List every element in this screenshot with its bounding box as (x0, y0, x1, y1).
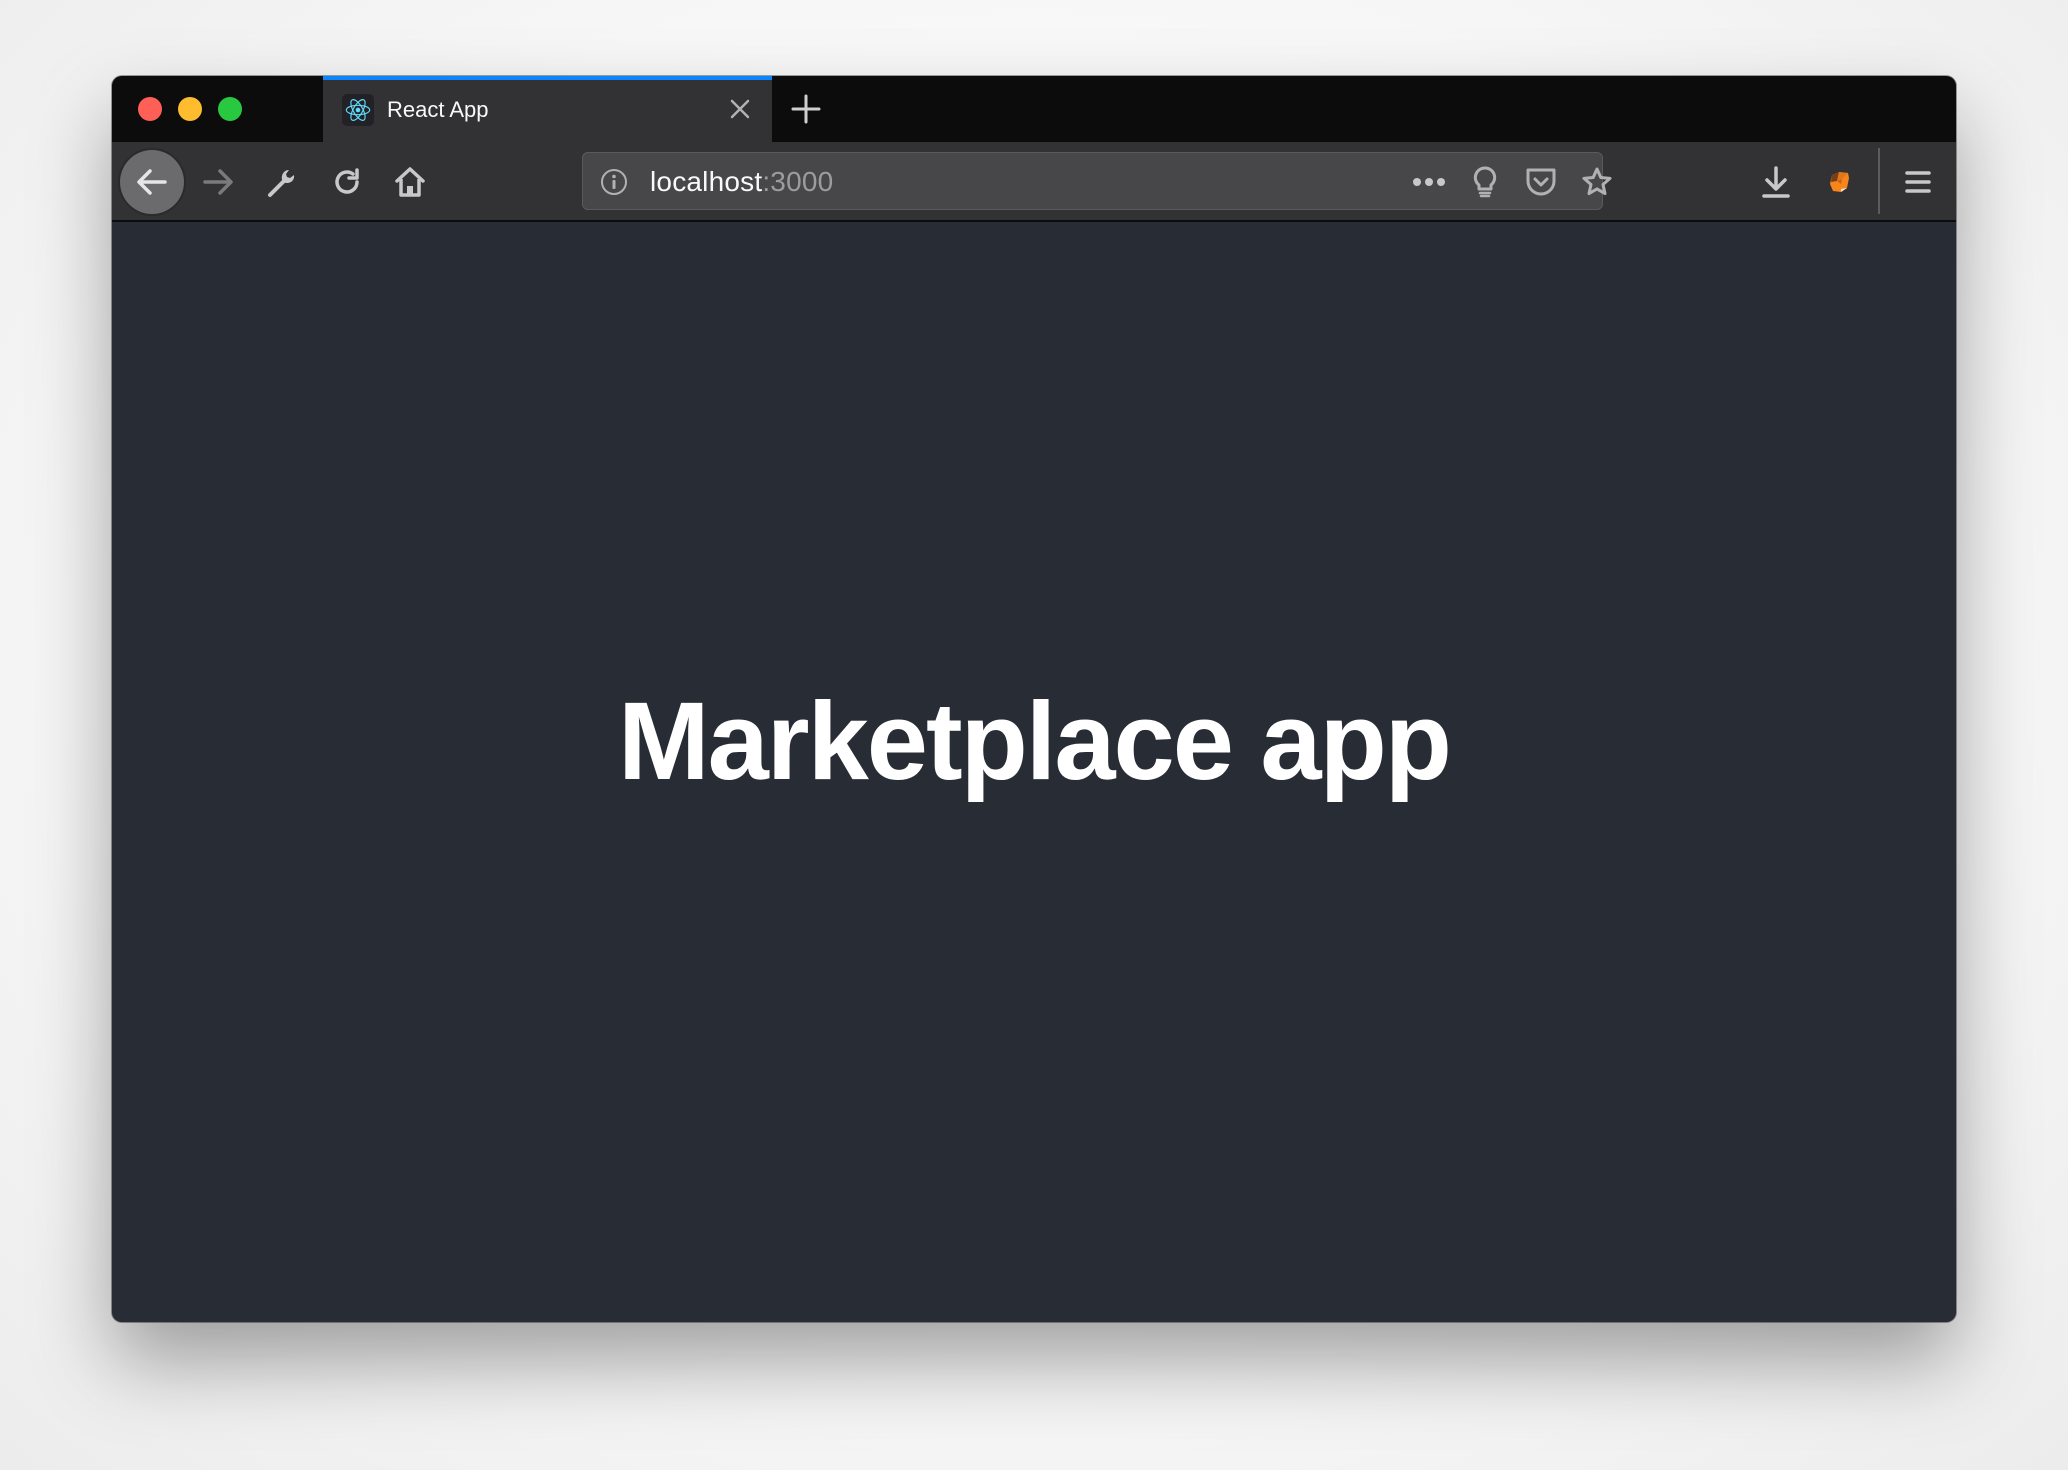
star-icon (1582, 167, 1612, 196)
open-menu-button[interactable] (1896, 160, 1940, 204)
url-port: :3000 (762, 166, 834, 197)
close-icon (730, 99, 750, 119)
home-icon (395, 167, 425, 197)
maximize-window-button[interactable] (218, 97, 242, 121)
reload-button[interactable] (325, 160, 369, 204)
page-content: Marketplace app (112, 222, 1956, 1322)
downloads-button[interactable] (1754, 160, 1798, 204)
minimize-window-button[interactable] (178, 97, 202, 121)
ellipsis-icon (1413, 178, 1445, 186)
site-info-button[interactable] (599, 167, 629, 197)
nav-toolbar: localhost:3000 (112, 142, 1956, 222)
reload-icon (335, 168, 359, 194)
tab-bar: React App (112, 76, 1956, 142)
tools-button[interactable] (260, 160, 304, 204)
browser-window: React App localhost:3000 Marketplace app (112, 76, 1956, 1322)
plus-icon (791, 94, 821, 124)
pocket-icon (1526, 168, 1556, 196)
tab-react-app[interactable]: React App (323, 76, 772, 142)
new-tab-button[interactable] (788, 91, 824, 127)
pocket-button[interactable] (1521, 162, 1561, 202)
close-tab-button[interactable] (725, 94, 755, 124)
arrow-left-icon (137, 169, 167, 195)
close-window-button[interactable] (138, 97, 162, 121)
lightbulb-icon (1473, 166, 1497, 198)
metamask-extension-button[interactable] (1818, 160, 1862, 204)
metamask-fox-icon (1830, 172, 1849, 192)
url-bar[interactable]: localhost:3000 (582, 152, 1612, 210)
react-logo-icon (342, 94, 374, 126)
toolbar-separator (1878, 148, 1880, 214)
arrow-right-icon (203, 169, 233, 195)
wrench-icon (268, 170, 295, 197)
home-button[interactable] (388, 160, 432, 204)
forward-button[interactable] (196, 160, 240, 204)
page-heading: Marketplace app (617, 679, 1452, 803)
download-icon (1762, 166, 1790, 198)
tab-title: React App (387, 97, 489, 122)
hamburger-menu-icon (1905, 171, 1931, 193)
back-button[interactable] (120, 150, 184, 214)
info-icon (601, 169, 627, 195)
url-text[interactable]: localhost:3000 (650, 165, 833, 199)
lightbulb-button[interactable] (1465, 162, 1505, 202)
url-host: localhost (650, 166, 763, 197)
bookmark-button[interactable] (1577, 162, 1617, 202)
page-actions-button[interactable] (1409, 162, 1449, 202)
